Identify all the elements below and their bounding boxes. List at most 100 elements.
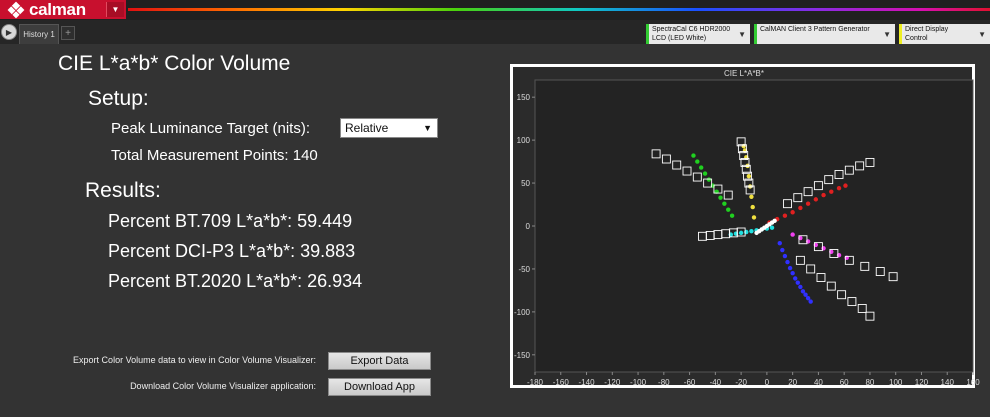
y-tick-label: 150 bbox=[517, 93, 531, 102]
rainbow-stripe bbox=[128, 8, 990, 11]
measured-point bbox=[829, 189, 834, 194]
chevron-down-icon: ▼ bbox=[738, 30, 746, 39]
download-app-button[interactable]: Download App bbox=[328, 378, 431, 396]
measured-point bbox=[782, 253, 788, 259]
result-dci-p3: Percent DCI-P3 L*a*b*: 39.883 bbox=[108, 241, 356, 261]
x-tick-label: 40 bbox=[814, 378, 823, 387]
measured-point bbox=[772, 218, 777, 224]
cie-lab-chart: CIE L*A*B* -180 -160 -140 -120 -100 -80 -60 -40… bbox=[514, 69, 980, 387]
y-tick-label: 50 bbox=[521, 179, 530, 188]
measured-point bbox=[706, 177, 712, 182]
result-bt709: Percent BT.709 L*a*b*: 59.449 bbox=[108, 211, 353, 231]
setup-heading: Setup: bbox=[88, 87, 149, 110]
x-tick-label: -100 bbox=[630, 378, 647, 387]
y-tick-label: -150 bbox=[514, 351, 531, 360]
download-label: Download Color Volume Visualizer applica… bbox=[130, 381, 316, 391]
measured-point bbox=[747, 184, 753, 189]
peak-luminance-label: Peak Luminance Target (nits): bbox=[111, 120, 310, 137]
y-tick-label: 100 bbox=[517, 136, 531, 145]
x-tick-label: 160 bbox=[966, 378, 980, 387]
export-data-button[interactable]: Export Data bbox=[328, 352, 431, 370]
logo-text: calman bbox=[29, 0, 86, 19]
x-tick-label: 20 bbox=[788, 378, 797, 387]
x-tick-label: 0 bbox=[765, 378, 770, 387]
peak-luminance-value: Relative bbox=[345, 121, 389, 135]
x-tick-label: 120 bbox=[915, 378, 929, 387]
x-tick-label: -140 bbox=[579, 378, 596, 387]
x-tick-label: 140 bbox=[941, 378, 955, 387]
device-status-stripe bbox=[754, 24, 757, 44]
measured-point bbox=[777, 240, 782, 246]
device-status-stripe bbox=[899, 24, 902, 44]
measured-point bbox=[808, 299, 813, 304]
device-name: SpectraCal C6 HDR2000 bbox=[652, 26, 731, 33]
add-tab-button[interactable]: + bbox=[61, 26, 75, 40]
device-mode: LCD (LED White) bbox=[652, 35, 707, 42]
x-tick-label: -160 bbox=[553, 378, 570, 387]
measured-point bbox=[718, 195, 723, 200]
measured-point bbox=[738, 230, 744, 236]
app-menu-dropdown-icon[interactable]: ▼ bbox=[106, 2, 124, 17]
x-tick-label: -80 bbox=[658, 378, 670, 387]
x-tick-label: 100 bbox=[889, 378, 903, 387]
measured-point bbox=[790, 210, 795, 215]
measured-point bbox=[749, 194, 754, 199]
measured-point bbox=[751, 215, 757, 220]
device-status-stripe bbox=[646, 24, 649, 44]
measured-point bbox=[836, 186, 842, 191]
measured-point bbox=[746, 173, 752, 179]
x-tick-label: -60 bbox=[684, 378, 696, 387]
export-label: Export Color Volume data to view in Colo… bbox=[73, 355, 316, 365]
measured-point bbox=[790, 271, 795, 276]
y-tick-label: -50 bbox=[518, 265, 530, 274]
x-tick-label: 60 bbox=[840, 378, 849, 387]
measured-point bbox=[785, 259, 790, 265]
x-tick-label: -120 bbox=[604, 378, 621, 387]
measured-point bbox=[754, 230, 759, 236]
x-tick-label: -180 bbox=[527, 378, 544, 387]
total-measurement-points: Total Measurement Points: 140 bbox=[111, 147, 318, 164]
device-name: CalMAN Client 3 Pattern Generator bbox=[760, 26, 870, 33]
page-title: CIE L*a*b* Color Volume bbox=[58, 52, 291, 75]
measured-point bbox=[691, 153, 696, 158]
measured-point bbox=[702, 171, 708, 176]
measured-point bbox=[793, 276, 798, 281]
measured-point bbox=[798, 205, 803, 211]
result-bt2020: Percent BT.2020 L*a*b*: 26.934 bbox=[108, 271, 363, 291]
measured-point bbox=[780, 247, 785, 253]
chevron-down-icon: ▼ bbox=[978, 30, 986, 39]
results-heading: Results: bbox=[85, 179, 161, 202]
chart-title: CIE L*A*B* bbox=[724, 69, 764, 78]
measured-point bbox=[787, 265, 793, 271]
measured-point bbox=[790, 232, 795, 237]
measured-point bbox=[805, 201, 811, 206]
measured-point bbox=[795, 280, 800, 285]
device-display-control-selector[interactable]: Direct Display Control ▼ bbox=[899, 24, 990, 44]
measured-point bbox=[695, 159, 700, 164]
x-tick-label: -20 bbox=[735, 378, 747, 387]
calman-logo-icon bbox=[7, 1, 25, 18]
y-tick-label: -100 bbox=[514, 308, 531, 317]
x-tick-label: -40 bbox=[710, 378, 722, 387]
chevron-down-icon: ▼ bbox=[883, 30, 891, 39]
measured-point bbox=[729, 213, 735, 218]
play-icon[interactable]: ▶ bbox=[1, 24, 17, 40]
measured-point bbox=[821, 192, 826, 198]
measured-point bbox=[798, 284, 803, 290]
peak-luminance-select[interactable]: Relative ▼ bbox=[340, 118, 438, 138]
device-pattern-generator-selector[interactable]: CalMAN Client 3 Pattern Generator ▼ bbox=[754, 24, 895, 44]
x-tick-label: 80 bbox=[865, 378, 874, 387]
measured-point bbox=[698, 165, 704, 170]
device-meter-selector[interactable]: SpectraCal C6 HDR2000 LCD (LED White) ▼ bbox=[646, 24, 750, 44]
measured-point bbox=[750, 204, 755, 210]
measured-point bbox=[813, 197, 819, 202]
measured-point bbox=[722, 201, 727, 206]
chevron-down-icon: ▼ bbox=[423, 123, 432, 133]
measured-point bbox=[843, 183, 848, 188]
device-name: Direct Display Control bbox=[905, 26, 949, 42]
plot-area bbox=[534, 79, 974, 373]
measured-point bbox=[749, 228, 754, 234]
measured-point bbox=[782, 213, 788, 218]
tab-history[interactable]: History 1 bbox=[19, 24, 59, 44]
measured-point bbox=[726, 207, 731, 212]
